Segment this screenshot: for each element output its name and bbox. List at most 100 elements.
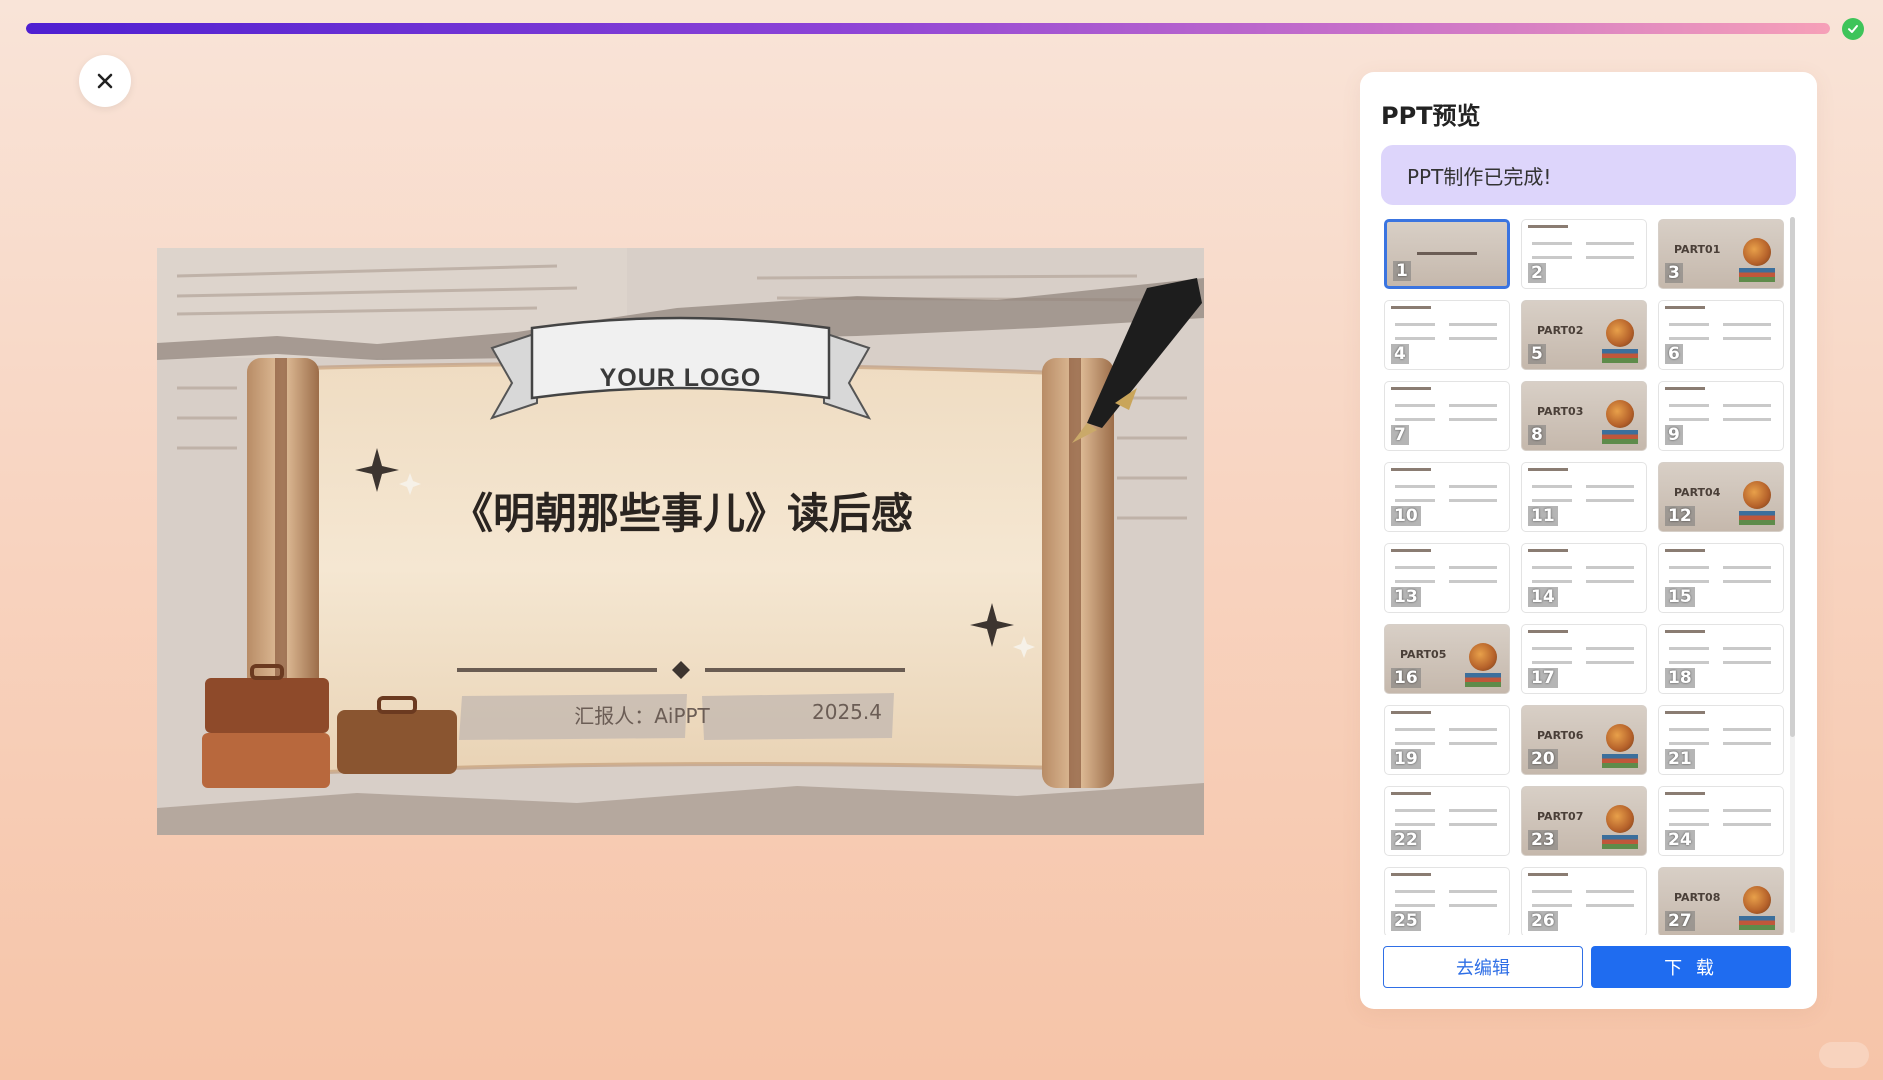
date-label: 2025.4	[812, 700, 882, 724]
slide-thumbnail-24[interactable]: 24	[1658, 786, 1784, 856]
books-icon	[1739, 511, 1775, 525]
thumb-header	[1391, 387, 1431, 390]
slide-thumbnail-12[interactable]: PART04 12	[1658, 462, 1784, 532]
slide-number: 17	[1528, 668, 1558, 688]
thumb-line	[1723, 418, 1771, 421]
slide-thumbnail-5[interactable]: PART02 5	[1521, 300, 1647, 370]
part-label: PART01	[1674, 243, 1721, 256]
thumb-line	[1723, 647, 1771, 650]
thumb-line	[1449, 742, 1497, 745]
thumb-line	[1449, 890, 1497, 893]
slide-thumbnail-23[interactable]: PART07 23	[1521, 786, 1647, 856]
thumb-line	[1532, 566, 1572, 569]
slide-thumbnail-17[interactable]: 17	[1521, 624, 1647, 694]
slide-number: 10	[1391, 506, 1421, 526]
globe-icon	[1743, 238, 1771, 266]
thumb-header	[1391, 792, 1431, 795]
slide-thumbnail-7[interactable]: 7	[1384, 381, 1510, 451]
slide-number: 27	[1665, 911, 1695, 931]
close-icon	[97, 73, 113, 89]
thumb-header	[1528, 225, 1568, 228]
check-circle-icon	[1842, 18, 1864, 40]
scrollbar-thumb[interactable]	[1790, 217, 1795, 737]
slide-number: 16	[1391, 668, 1421, 688]
slide-number: 11	[1528, 506, 1558, 526]
thumb-line	[1395, 566, 1435, 569]
slide-number: 9	[1665, 425, 1683, 445]
slide-thumbnail-9[interactable]: 9	[1658, 381, 1784, 451]
thumb-line	[1449, 809, 1497, 812]
slide-thumbnail-1[interactable]: 1	[1384, 219, 1510, 289]
thumb-header	[1528, 873, 1568, 876]
part-label: PART06	[1537, 729, 1584, 742]
slide-thumbnail-14[interactable]: 14	[1521, 543, 1647, 613]
slide-number: 5	[1528, 344, 1546, 364]
thumb-line	[1669, 647, 1709, 650]
thumb-line	[1586, 661, 1634, 664]
thumb-line	[1723, 742, 1771, 745]
thumb-line	[1723, 337, 1771, 340]
slide-thumbnail-19[interactable]: 19	[1384, 705, 1510, 775]
thumb-line	[1586, 485, 1634, 488]
slide-thumbnail-2[interactable]: 2	[1521, 219, 1647, 289]
slide-number: 12	[1665, 506, 1695, 526]
thumb-line	[1723, 661, 1771, 664]
slide-thumbnail-3[interactable]: PART01 3	[1658, 219, 1784, 289]
thumb-line	[1669, 580, 1709, 583]
books-icon	[1602, 754, 1638, 768]
thumb-line	[1532, 242, 1572, 245]
close-button[interactable]	[79, 55, 131, 107]
slide-thumbnail-8[interactable]: PART03 8	[1521, 381, 1647, 451]
thumb-header	[1665, 306, 1705, 309]
slide-thumbnail-27[interactable]: PART08 27	[1658, 867, 1784, 935]
slide-thumbnail-20[interactable]: PART06 20	[1521, 705, 1647, 775]
thumb-header	[1391, 549, 1431, 552]
thumb-line	[1532, 890, 1572, 893]
thumb-line	[1417, 252, 1477, 255]
slide-thumbnail-15[interactable]: 15	[1658, 543, 1784, 613]
slide-number: 23	[1528, 830, 1558, 850]
slide-thumbnail-21[interactable]: 21	[1658, 705, 1784, 775]
thumb-header	[1665, 792, 1705, 795]
slide-number: 15	[1665, 587, 1695, 607]
slide-thumbnail-22[interactable]: 22	[1384, 786, 1510, 856]
slide-thumbnail-16[interactable]: PART05 16	[1384, 624, 1510, 694]
thumbnail-grid: 1 2 PART01 3 4 PART02 5 6 7 PART03 8 9 10 11 PART04 12 1…	[1384, 219, 1788, 935]
thumb-header	[1391, 873, 1431, 876]
slide-number: 2	[1528, 263, 1546, 283]
thumb-line	[1449, 418, 1497, 421]
edit-button[interactable]: 去编辑	[1383, 946, 1583, 988]
slide-number: 21	[1665, 749, 1695, 769]
generation-progress-bar	[26, 23, 1830, 34]
download-button[interactable]: 下 载	[1591, 946, 1791, 988]
thumbnail-scrollbar[interactable]	[1790, 217, 1795, 933]
thumb-line	[1395, 890, 1435, 893]
slide-thumbnail-13[interactable]: 13	[1384, 543, 1510, 613]
slide-thumbnail-4[interactable]: 4	[1384, 300, 1510, 370]
thumb-line	[1586, 890, 1634, 893]
thumb-header	[1391, 306, 1431, 309]
slide-thumbnail-26[interactable]: 26	[1521, 867, 1647, 935]
thumb-header	[1665, 630, 1705, 633]
thumb-line	[1395, 337, 1435, 340]
thumb-line	[1669, 337, 1709, 340]
thumb-line	[1669, 823, 1709, 826]
slide-thumbnail-25[interactable]: 25	[1384, 867, 1510, 935]
slide-number: 18	[1665, 668, 1695, 688]
slide-number: 26	[1528, 911, 1558, 931]
slide-number: 4	[1391, 344, 1409, 364]
slide-number: 19	[1391, 749, 1421, 769]
part-label: PART07	[1537, 810, 1584, 823]
thumb-line	[1532, 580, 1572, 583]
thumb-header	[1391, 468, 1431, 471]
slide-thumbnail-6[interactable]: 6	[1658, 300, 1784, 370]
thumb-header	[1665, 711, 1705, 714]
thumb-line	[1532, 661, 1572, 664]
slide-thumbnail-18[interactable]: 18	[1658, 624, 1784, 694]
slide-thumbnail-10[interactable]: 10	[1384, 462, 1510, 532]
thumb-line	[1395, 728, 1435, 731]
thumb-line	[1723, 728, 1771, 731]
thumb-line	[1669, 661, 1709, 664]
slide-thumbnail-11[interactable]: 11	[1521, 462, 1647, 532]
slide-number: 3	[1665, 263, 1683, 283]
